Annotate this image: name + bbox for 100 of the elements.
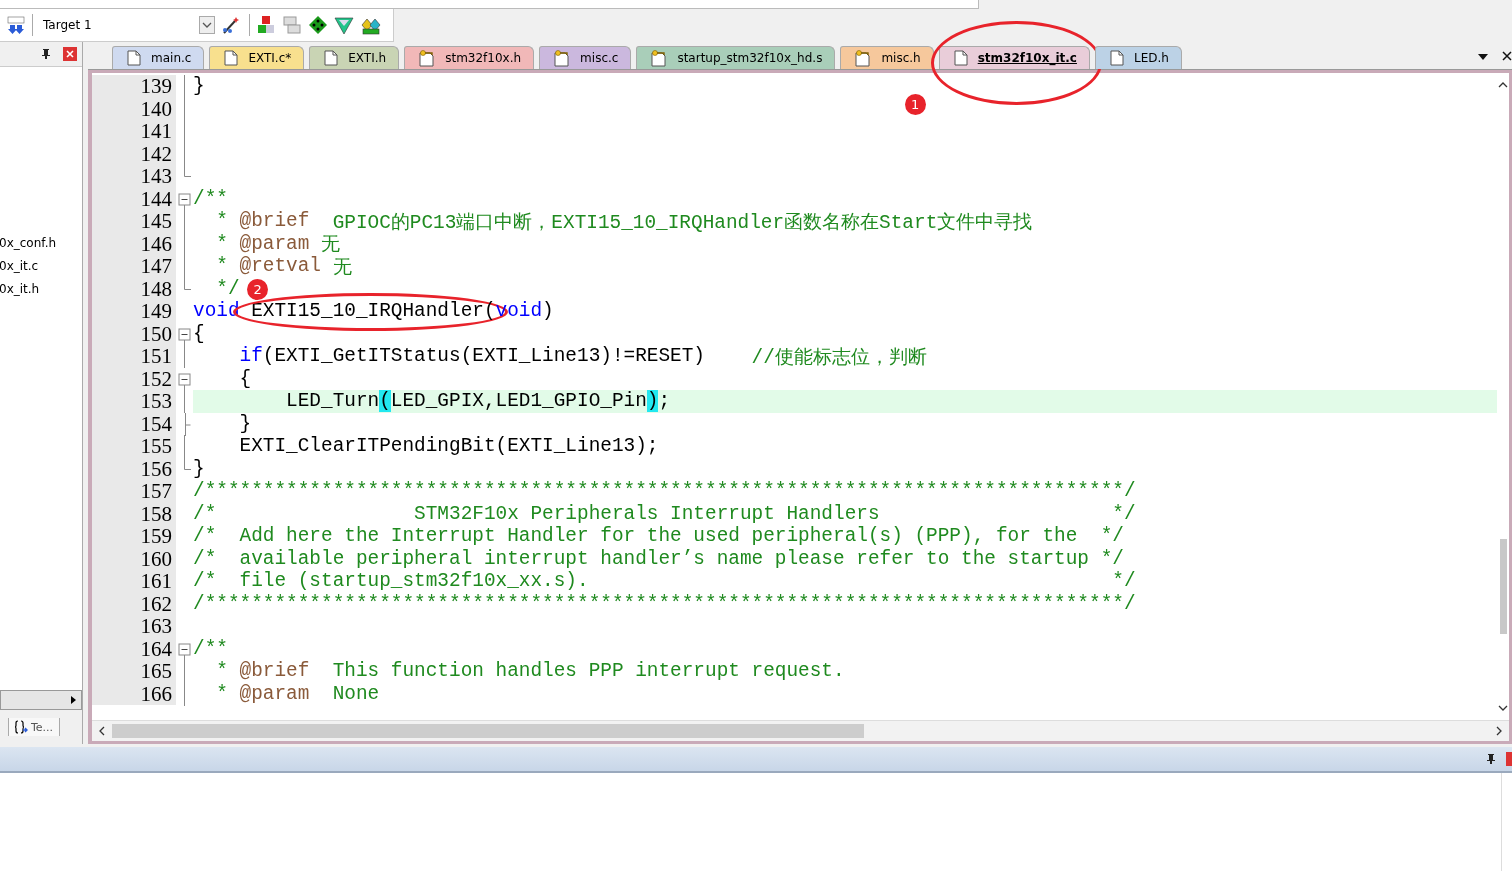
- file-tab[interactable]: stm32f10x.h: [404, 46, 535, 69]
- document-icon: [953, 50, 968, 66]
- code-text: /* Add here the Interrupt Handler for the used peripheral(s) (PPP), for the */: [193, 525, 1124, 548]
- code-text: @retval: [239, 255, 321, 278]
- line-number: 165: [92, 660, 176, 683]
- line-number: 140: [92, 97, 176, 120]
- line-number: 147: [92, 255, 176, 278]
- code-text: GPIOC的PC13端口中断，EXTI15_10_IRQHandler函数名称在Start文件中寻找: [331, 211, 1033, 234]
- key-document-icon: [651, 49, 668, 67]
- line-number: 153: [92, 390, 176, 413]
- fold-end: [184, 165, 191, 177]
- code-text: 无: [320, 234, 340, 257]
- line-number: 145: [92, 210, 176, 233]
- document-icon: [1109, 50, 1124, 66]
- line-number: 142: [92, 142, 176, 165]
- code-text: /**: [193, 187, 228, 210]
- braces-icon: [15, 720, 29, 734]
- code-text: @param: [239, 682, 310, 705]
- code-text: @brief: [239, 660, 310, 683]
- code-text: *: [215, 660, 229, 683]
- file-tab[interactable]: stm32f10x_it.c: [938, 46, 1090, 69]
- line-number: 164: [92, 637, 176, 660]
- file-tab[interactable]: main.c: [112, 46, 205, 69]
- line-number: 146: [92, 232, 176, 255]
- document-icon: [127, 50, 141, 66]
- file-tab[interactable]: EXTI.c*: [209, 46, 305, 69]
- line-number: 162: [92, 592, 176, 615]
- code-text: /* available peripheral interrupt handler’s name please refer to the startup */: [193, 547, 1124, 570]
- code-text: None: [331, 682, 380, 705]
- pin-icon[interactable]: [1486, 753, 1496, 765]
- key-document-icon: [419, 49, 436, 67]
- code-text: if: [238, 345, 263, 368]
- code-text: (EXTI_GetITStatus(EXTI_Line13)!=RESET): [262, 345, 706, 368]
- code-text: /**: [193, 637, 228, 660]
- code-text: EXTI_ClearITPendingBit(EXTI_Line13);: [238, 435, 659, 458]
- line-number: 155: [92, 435, 176, 458]
- line-number: 150: [92, 322, 176, 345]
- code-text: /* STM32F10x Peripherals Interrupt Handlers */: [193, 502, 1136, 525]
- horizontal-scrollbar[interactable]: [0, 690, 82, 710]
- line-number: 152: [92, 367, 176, 390]
- code-text: This function handles PPP interrupt request.: [331, 660, 845, 683]
- pin-icon[interactable]: [41, 48, 51, 60]
- fold-line: [184, 345, 185, 368]
- scrollbar-thumb[interactable]: [1499, 539, 1507, 634]
- line-number: 154: [92, 412, 176, 435]
- code-text: EXTI15_10_IRQHandler: [251, 300, 484, 323]
- code-text: //使能标志位，判断: [751, 346, 927, 369]
- line-number: 159: [92, 525, 176, 548]
- line-number: 157: [92, 480, 176, 503]
- scroll-left-icon[interactable]: [98, 726, 106, 736]
- scroll-right-icon[interactable]: [1495, 726, 1503, 736]
- code-text: (: [379, 390, 391, 413]
- file-item[interactable]: 0x_it.h: [0, 281, 82, 298]
- file-tab[interactable]: LED.h: [1094, 46, 1182, 69]
- code-text: {: [238, 367, 252, 390]
- scrollbar-thumb[interactable]: [112, 724, 864, 738]
- line-number: 163: [92, 615, 176, 638]
- scroll-up-icon[interactable]: [1498, 81, 1508, 89]
- file-item[interactable]: 0x_it.c: [0, 258, 82, 275]
- fold-end: [184, 277, 191, 290]
- code-text: /*******************************************************************************/: [193, 592, 1136, 615]
- document-icon: [224, 50, 239, 66]
- tab-menu-icon[interactable]: [1477, 53, 1489, 61]
- code-text: /*******************************************************************************/: [193, 480, 1136, 503]
- code-text: *: [215, 232, 229, 255]
- code-text: LED_Turn: [285, 390, 380, 413]
- line-number: 139: [92, 75, 176, 98]
- code-text: (: [483, 300, 496, 323]
- load-icon[interactable]: [6, 15, 26, 35]
- code-text: ): [646, 390, 659, 413]
- code-text: *: [215, 255, 229, 278]
- file-tab[interactable]: misc.c: [539, 46, 632, 69]
- code-text: LED_GPIX,LED1_GPIO_Pin: [390, 390, 647, 413]
- code-text: */: [215, 277, 240, 300]
- scroll-right-icon[interactable]: [69, 695, 77, 705]
- diamond-icon[interactable]: [308, 15, 328, 35]
- blocks-icon[interactable]: [256, 15, 276, 35]
- line-number: 160: [92, 547, 176, 570]
- code-text: ): [542, 300, 554, 323]
- line-number: 148: [92, 277, 176, 300]
- file-tab[interactable]: startup_stm32f10x_hd.s: [636, 46, 836, 69]
- file-item[interactable]: 0x_conf.h: [0, 235, 82, 252]
- funnel-icon[interactable]: [334, 15, 354, 35]
- code-text: /* file (startup_stm32f10x_xx.s). */: [193, 570, 1136, 593]
- scroll-down-icon[interactable]: [1498, 704, 1508, 712]
- line-number: 161: [92, 570, 176, 593]
- close-icon[interactable]: [1502, 51, 1512, 61]
- file-tab[interactable]: misc.h: [840, 46, 934, 69]
- code-text: }: [193, 75, 205, 98]
- code-text: *: [215, 210, 229, 233]
- templates-tab[interactable]: Te...: [8, 718, 61, 736]
- dropdown-icon[interactable]: [199, 16, 215, 34]
- line-number: 151: [92, 345, 176, 368]
- code-text: *: [215, 682, 229, 705]
- line-number: 158: [92, 502, 176, 525]
- fold-end: [184, 457, 191, 470]
- code-text: ;: [658, 390, 671, 413]
- line-number: 156: [92, 457, 176, 480]
- code-text: }: [193, 457, 205, 480]
- file-tab[interactable]: EXTI.h: [309, 46, 400, 69]
